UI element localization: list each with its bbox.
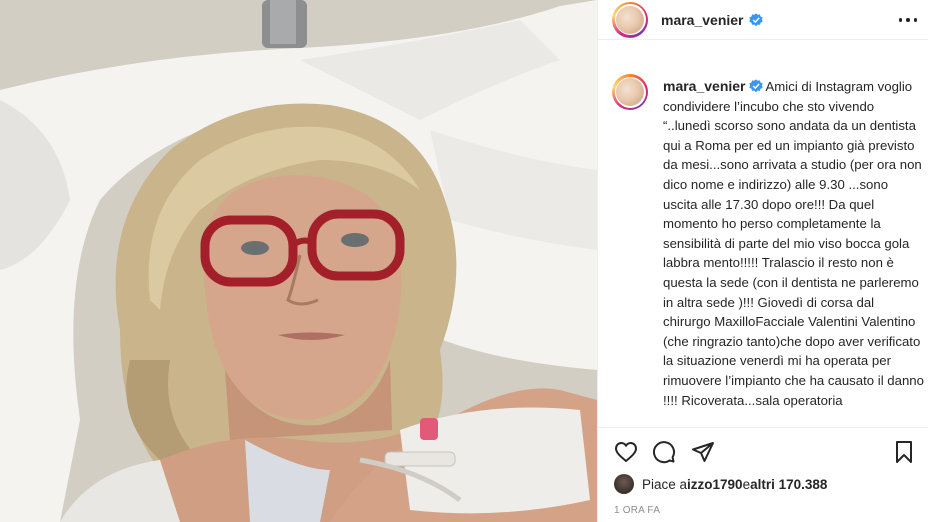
post-timestamp[interactable]: 1 ORA FA: [614, 505, 660, 516]
post-sidebar: mara_venier mara_venier Amici di Instagr…: [597, 0, 928, 522]
bookmark-icon[interactable]: [892, 440, 916, 464]
caption-area: mara_venier Amici di Instagram voglio co…: [598, 56, 928, 428]
share-icon[interactable]: [691, 440, 715, 464]
hospital-selfie-image: [0, 0, 597, 522]
likes-prefix: Piace a: [642, 476, 688, 492]
caption-username[interactable]: mara_venier: [663, 78, 746, 94]
avatar-image: [616, 5, 644, 34]
header-username[interactable]: mara_venier: [661, 12, 744, 28]
avatar-image: [616, 78, 644, 106]
likes-middle: e: [742, 476, 751, 492]
more-options-icon[interactable]: [899, 11, 917, 29]
post-photo[interactable]: [0, 0, 597, 522]
action-bar: [598, 428, 928, 474]
comment-icon[interactable]: [652, 440, 676, 464]
liker-avatar[interactable]: [614, 474, 634, 494]
heart-icon[interactable]: [614, 440, 638, 464]
post-header: mara_venier: [598, 0, 928, 40]
likes-summary: Piace a izzo1790 e altri 170.388: [614, 472, 827, 496]
caption-avatar[interactable]: [612, 74, 648, 110]
instagram-post: mara_venier mara_venier Amici di Instagr…: [0, 0, 928, 522]
liker-username[interactable]: izzo1790: [687, 477, 743, 492]
verified-badge-icon: [748, 79, 763, 93]
post-caption: mara_venier Amici di Instagram voglio co…: [663, 77, 925, 410]
caption-text: Amici di Instagram voglio condividere l’…: [663, 79, 924, 408]
verified-badge-icon: [748, 12, 763, 26]
likes-others[interactable]: altri 170.388: [750, 477, 827, 492]
profile-avatar[interactable]: [612, 1, 648, 38]
